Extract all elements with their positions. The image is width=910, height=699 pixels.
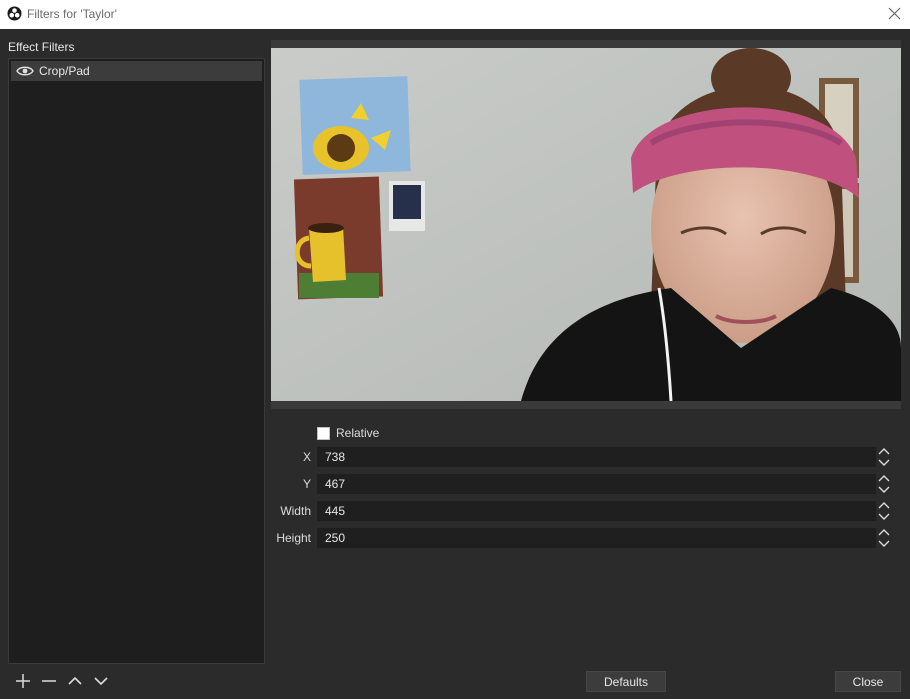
move-down-icon — [94, 677, 108, 686]
relative-checkbox[interactable] — [317, 426, 330, 440]
move-filter-up-button[interactable] — [62, 671, 88, 691]
chevron-up-icon[interactable] — [876, 447, 892, 457]
field-height-label: Height — [276, 531, 311, 545]
relative-label: Relative — [336, 426, 380, 440]
title-bar: Filters for 'Taylor' — [0, 0, 910, 29]
filter-list-toolbar — [10, 671, 114, 691]
source-preview — [271, 40, 901, 409]
width-input[interactable]: 445 — [317, 501, 876, 521]
defaults-button[interactable]: Defaults — [586, 671, 666, 692]
remove-filter-button[interactable] — [36, 671, 62, 691]
field-height: Height 250 — [271, 528, 901, 548]
move-up-icon — [68, 676, 82, 685]
filter-item-label: Crop/Pad — [39, 64, 90, 78]
close-window-icon[interactable] — [887, 6, 902, 21]
eye-icon[interactable] — [16, 65, 34, 77]
width-stepper — [876, 501, 892, 521]
chevron-up-icon[interactable] — [876, 501, 892, 511]
chevron-down-icon[interactable] — [876, 511, 892, 521]
move-filter-down-button[interactable] — [88, 671, 114, 691]
field-width-label: Width — [280, 504, 311, 518]
field-y-label: Y — [302, 477, 311, 491]
window-title: Filters for 'Taylor' — [27, 7, 117, 21]
field-x: X 738 — [271, 447, 901, 467]
x-stepper — [876, 447, 892, 467]
field-width: Width 445 — [271, 501, 901, 521]
obs-logo-icon — [7, 6, 22, 21]
effect-filters-heading: Effect Filters — [8, 40, 75, 54]
y-stepper — [876, 474, 892, 494]
chevron-down-icon[interactable] — [876, 538, 892, 548]
remove-icon — [42, 680, 56, 682]
filter-list[interactable]: Crop/Pad — [8, 58, 265, 664]
filter-item-crop-pad[interactable]: Crop/Pad — [11, 61, 262, 81]
height-input[interactable]: 250 — [317, 528, 876, 548]
y-input[interactable]: 467 — [317, 474, 876, 494]
add-icon — [16, 674, 30, 688]
chevron-down-icon[interactable] — [876, 457, 892, 467]
chevron-down-icon[interactable] — [876, 484, 892, 494]
chevron-up-icon[interactable] — [876, 474, 892, 484]
field-x-label: X — [302, 450, 311, 464]
add-filter-button[interactable] — [10, 671, 36, 691]
chevron-up-icon[interactable] — [876, 528, 892, 538]
x-input[interactable]: 738 — [317, 447, 876, 467]
height-stepper — [876, 528, 892, 548]
webcam-preview-image — [271, 48, 901, 401]
relative-option[interactable]: Relative — [317, 426, 379, 440]
field-y: Y 467 — [271, 474, 901, 494]
close-button[interactable]: Close — [835, 671, 901, 692]
